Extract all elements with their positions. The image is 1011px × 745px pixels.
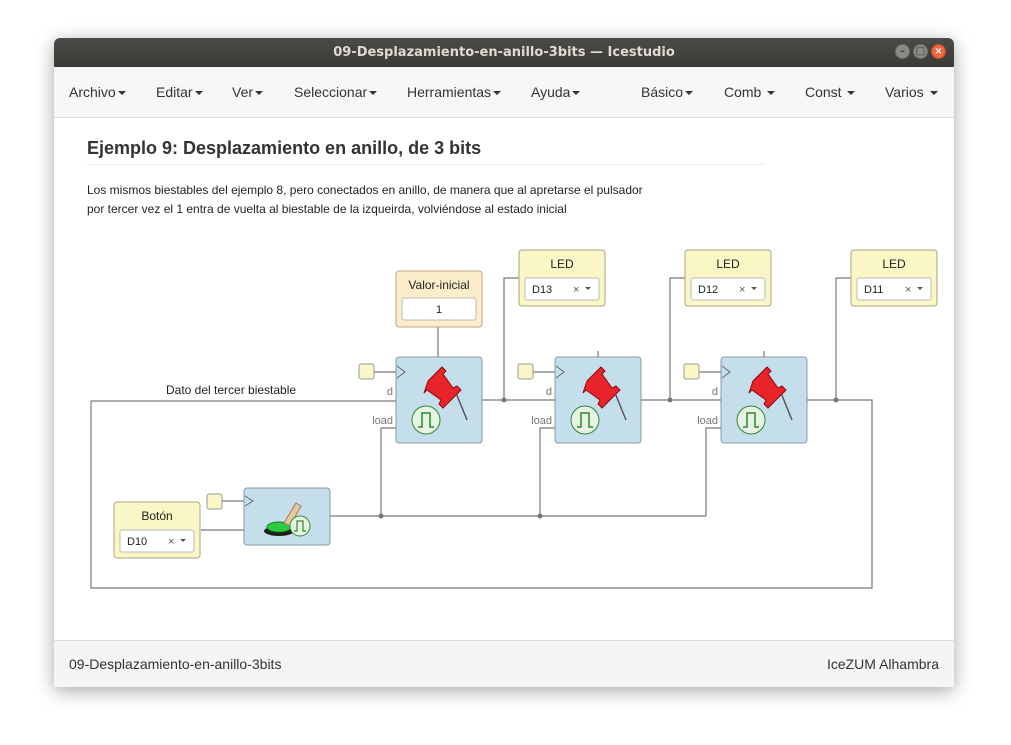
menu-const[interactable]: Const <box>805 67 856 117</box>
pulse-icon <box>289 515 311 537</box>
led-block-d12[interactable]: LED D12 × <box>684 249 772 307</box>
caret-down-icon <box>493 91 502 96</box>
port-load-label: load <box>697 415 718 427</box>
port-load-label: load <box>372 415 393 427</box>
design-canvas[interactable]: Ejemplo 9: Desplazamiento en anillo, de … <box>54 118 954 640</box>
caret-down-icon <box>369 91 378 96</box>
status-board[interactable]: IceZUM Alhambra <box>827 641 939 687</box>
junction-dot <box>833 397 839 403</box>
caret-down-icon <box>767 91 776 96</box>
menu-comb[interactable]: Comb <box>724 67 776 117</box>
clear-icon[interactable]: × <box>168 536 174 548</box>
caret-down-icon <box>847 91 856 96</box>
junction-dot <box>378 513 384 519</box>
pin-value: D11 <box>864 284 883 296</box>
pin-value: D10 <box>127 536 147 548</box>
caret-down-icon <box>685 91 694 96</box>
clear-icon[interactable]: × <box>905 284 911 296</box>
led-block-d13[interactable]: LED D13 × <box>518 249 606 307</box>
valor-inicial-block[interactable]: Valor-inicial 1 <box>395 270 483 328</box>
caret-down-icon <box>194 91 203 96</box>
window-title: 09-Desplazamiento-en-anillo-3bits — Ices… <box>333 45 675 60</box>
menu-herramientas[interactable]: Herramientas <box>407 67 502 117</box>
junction-dot <box>667 397 673 403</box>
flipflop-block-1[interactable]: d load <box>358 356 483 444</box>
button-input-block[interactable]: Botón D10 × <box>113 501 201 559</box>
wire-load-ff2 <box>539 427 555 516</box>
valor-inicial-value: 1 <box>436 304 442 316</box>
wire-label: Dato del tercer biestable <box>166 383 296 397</box>
status-filename: 09-Desplazamiento-en-anillo-3bits <box>69 656 282 672</box>
pulse-icon <box>411 405 441 435</box>
caret-down-icon <box>929 91 938 96</box>
menu-bar: Archivo Editar Ver Seleccionar Herramien… <box>54 67 954 118</box>
pulse-icon <box>570 405 600 435</box>
port-load-label: load <box>531 415 552 427</box>
close-icon[interactable]: × <box>931 44 946 59</box>
maximize-icon[interactable]: □ <box>913 44 928 59</box>
app-window: 09-Desplazamiento-en-anillo-3bits — Ices… <box>54 38 954 687</box>
pin-value: D12 <box>698 284 718 296</box>
caret-down-icon <box>117 91 126 96</box>
led-label: LED <box>882 257 906 271</box>
clock-input-tag <box>206 493 223 510</box>
menu-ver[interactable]: Ver <box>232 67 264 117</box>
clear-icon[interactable]: × <box>573 284 579 296</box>
port-d-label: d <box>546 386 552 398</box>
window-controls: – □ × <box>895 44 946 59</box>
minimize-icon[interactable]: – <box>895 44 910 59</box>
button-block-label: Botón <box>141 509 172 523</box>
pulse-icon <box>736 405 766 435</box>
menu-seleccionar[interactable]: Seleccionar <box>294 67 378 117</box>
clock-input-tag <box>358 363 375 380</box>
wire-led-d13 <box>503 277 519 400</box>
clock-input-tag <box>683 363 700 380</box>
wire-load-ff1 <box>380 427 396 516</box>
clear-icon[interactable]: × <box>739 284 745 296</box>
junction-dot <box>537 513 543 519</box>
pushbutton-block[interactable] <box>206 487 331 546</box>
led-label: LED <box>716 257 740 271</box>
wire-led-d12 <box>669 277 685 400</box>
title-bar: 09-Desplazamiento-en-anillo-3bits — Ices… <box>54 38 954 67</box>
port-d-label: d <box>712 386 718 398</box>
menu-varios[interactable]: Varios <box>885 67 938 117</box>
valor-inicial-label: Valor-inicial <box>408 278 469 292</box>
circuit-diagram: Dato del tercer biestable Valor-inicial … <box>90 249 938 589</box>
wire-load-ff3 <box>705 427 721 516</box>
led-block-d11[interactable]: LED D11 × <box>850 249 938 307</box>
led-label: LED <box>550 257 574 271</box>
menu-archivo[interactable]: Archivo <box>69 67 126 117</box>
caret-down-icon <box>255 91 264 96</box>
menu-editar[interactable]: Editar <box>156 67 203 117</box>
port-d-label: d <box>387 386 393 398</box>
menu-basico[interactable]: Básico <box>641 67 694 117</box>
menu-ayuda[interactable]: Ayuda <box>531 67 581 117</box>
wire-led-d11 <box>835 277 851 400</box>
pin-value: D13 <box>532 284 552 296</box>
caret-down-icon <box>572 91 581 96</box>
clock-input-tag <box>517 363 534 380</box>
status-bar: 09-Desplazamiento-en-anillo-3bits IceZUM… <box>54 640 954 687</box>
junction-dot <box>501 397 507 403</box>
